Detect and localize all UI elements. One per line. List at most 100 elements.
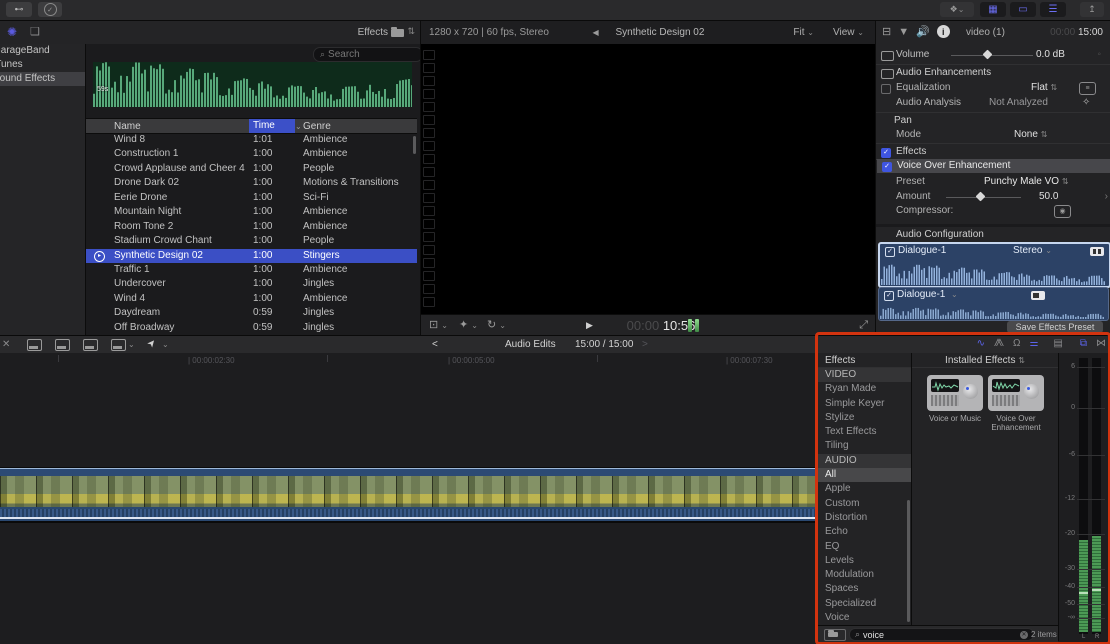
animation-rect-icon[interactable] [881, 51, 894, 61]
category-specialized[interactable]: Specialized [818, 597, 911, 611]
browser-toggle-icon[interactable]: ▦ [980, 2, 1006, 17]
category-eq[interactable]: EQ [818, 540, 911, 554]
viewer-canvas[interactable] [420, 44, 876, 314]
view-dropdown[interactable]: View ⌄ [833, 27, 864, 38]
folder-filter-icon[interactable] [824, 629, 846, 641]
back-arrow-icon[interactable]: ◀ [593, 28, 599, 37]
voe-amount-knob[interactable] [976, 192, 986, 202]
overwrite-edit-icon[interactable] [111, 339, 126, 351]
sidebar-item-garageband[interactable]: GarageBand [0, 44, 85, 58]
timeline-forward-chevron[interactable]: > [642, 339, 648, 350]
append-edit-icon[interactable] [83, 339, 98, 351]
tool-dropdown-icon[interactable]: ⌄ [162, 340, 169, 349]
category-video[interactable]: VIDEO [818, 368, 911, 382]
volume-slider[interactable] [951, 55, 1033, 56]
play-indicator-icon[interactable]: ▸ [94, 251, 105, 262]
sound-row[interactable]: Traffic 11:00Ambience [86, 263, 417, 277]
dialogue1-format-popup[interactable]: Stereo ⌄ [1013, 244, 1052, 258]
sidebar-item-sound-effects[interactable]: Sound Effects [0, 72, 85, 86]
skimming-icon[interactable]: ∿ [977, 338, 985, 349]
mini-audio-meter-left[interactable] [688, 319, 692, 332]
equalizer-icon[interactable]: ≡ [1079, 82, 1096, 95]
category-levels[interactable]: Levels [818, 554, 911, 568]
timeline-back-chevron[interactable]: < [432, 339, 438, 350]
folder-icon[interactable] [391, 29, 404, 37]
audio-inspector-icon[interactable]: 🔊 [916, 25, 930, 38]
category-custom[interactable]: Custom [818, 497, 911, 511]
voe-preset-popup[interactable]: Punchy Male VO ⇅ [984, 175, 1069, 189]
sound-row[interactable]: Undercover1:00Jingles [86, 277, 417, 291]
share-icon[interactable]: ↥ [1080, 2, 1104, 17]
category-apple[interactable]: Apple [818, 482, 911, 496]
insert-edit-icon[interactable] [55, 339, 70, 351]
category-all[interactable]: All [818, 468, 911, 482]
clear-search-icon[interactable]: ✕ [1020, 631, 1028, 639]
timeline-clip[interactable] [0, 467, 818, 523]
check-circle-icon[interactable]: ✓ [38, 2, 62, 17]
search-input[interactable]: ⌕ Search [313, 47, 423, 62]
sound-row[interactable]: Daydream0:59Jingles [86, 306, 417, 320]
snapping-icon[interactable]: ⚌ [1029, 338, 1038, 349]
photos-audio-icon[interactable]: ✺ [7, 25, 17, 39]
column-genre[interactable]: Genre [303, 121, 331, 132]
category-stylize[interactable]: Stylize [818, 411, 911, 425]
chevron-down-icon[interactable]: ⌄ [951, 288, 958, 302]
effect-thumb-voice-over-enhancement[interactable] [988, 375, 1044, 411]
category-spaces[interactable]: Spaces [818, 582, 911, 596]
list-scrollbar[interactable] [413, 136, 416, 154]
sound-row[interactable]: Crowd Applause and Cheer 41:00People [86, 162, 417, 176]
sound-row[interactable]: Construction 11:00Ambience [86, 147, 417, 161]
category-voice[interactable]: Voice [818, 611, 911, 625]
titles-generators-icon[interactable]: ❑ [30, 25, 40, 39]
dialogue-channel-1[interactable]: ✓ Dialogue-1 Stereo ⌄ [878, 242, 1110, 288]
timeline-project-name[interactable]: Audio Edits [505, 339, 556, 350]
crop-tool-icon[interactable]: ⊡ ⌄ [429, 319, 448, 332]
chevron-right-icon[interactable]: › [1105, 190, 1108, 204]
sound-row[interactable]: Room Tone 21:00Ambience [86, 220, 417, 234]
transitions-browser-icon[interactable]: ⋈ [1096, 338, 1106, 349]
enhancements-tool-icon[interactable]: ✦ ⌄ [459, 319, 478, 332]
mini-audio-meter-right[interactable] [695, 319, 699, 332]
category-simple-keyer[interactable]: Simple Keyer [818, 397, 911, 411]
dialogue1-checkbox[interactable]: ✓ [885, 247, 895, 257]
video-inspector-icon[interactable]: ⊟ [882, 25, 891, 38]
audio-meters[interactable]: 60-6-12-20-30-40-50-∞ L R [1058, 353, 1109, 641]
category-ryan-made[interactable]: Ryan Made [818, 382, 911, 396]
sound-row[interactable]: Wind 81:01Ambience [86, 133, 417, 147]
category-scrollbar[interactable] [907, 500, 910, 622]
masks-dropdown-icon[interactable]: ❖ ⌄ [940, 2, 974, 17]
inspector-toggle-icon[interactable]: ☰ [1040, 2, 1066, 17]
audio-skimming-icon[interactable]: ⨇ [994, 338, 1004, 349]
sound-row[interactable]: Drone Dark 021:00Motions & Transitions [86, 176, 417, 190]
pan-mode-popup[interactable]: None ⇅ [1014, 128, 1047, 142]
connect-edit-icon[interactable] [27, 339, 42, 351]
solo-headphones-icon[interactable]: Ω [1013, 338, 1020, 349]
edit-dropdown-icon[interactable]: ⌄ [128, 340, 135, 349]
animation-rect-icon[interactable] [881, 69, 894, 79]
category-echo[interactable]: Echo [818, 525, 911, 539]
voe-amount-value[interactable]: 50.0 [1039, 190, 1058, 204]
sidebar-item-itunes[interactable]: iTunes [0, 58, 85, 72]
category-distortion[interactable]: Distortion [818, 511, 911, 525]
effect-thumb-voice-or-music[interactable] [927, 375, 983, 411]
audio-preview-waveform[interactable] [93, 62, 412, 107]
sound-row[interactable]: Off Broadway0:59Jingles [86, 321, 417, 335]
column-time[interactable]: Time [249, 119, 295, 133]
sound-row[interactable]: Mountain Night1:00Ambience [86, 205, 417, 219]
sound-row[interactable]: Wind 41:00Ambience [86, 292, 417, 306]
equalization-checkbox[interactable] [881, 84, 891, 94]
sound-row[interactable]: Eerie Drone1:00Sci-Fi [86, 191, 417, 205]
magic-wand-icon[interactable]: ✧ [1082, 96, 1090, 110]
index-card-icon[interactable]: ▤ [1053, 338, 1062, 349]
chevron-updown-icon[interactable]: ⇅ [407, 26, 415, 37]
color-inspector-icon[interactable]: ▼ [898, 26, 909, 38]
info-inspector-icon[interactable]: i [937, 25, 950, 38]
index-icon[interactable]: ✕ [2, 339, 10, 350]
category-audio[interactable]: AUDIO [818, 454, 911, 468]
installed-effects-popup[interactable]: Installed Effects ⇅ [912, 355, 1058, 366]
timeline-toggle-icon[interactable]: ▭ [1010, 2, 1036, 17]
key-icon[interactable]: ⊷ [6, 2, 32, 17]
sound-row[interactable]: Stadium Crowd Chant1:00People [86, 234, 417, 248]
keyframe-icon[interactable]: ◦ [1097, 48, 1101, 62]
save-effects-preset-button[interactable]: Save Effects Preset [1007, 321, 1103, 333]
